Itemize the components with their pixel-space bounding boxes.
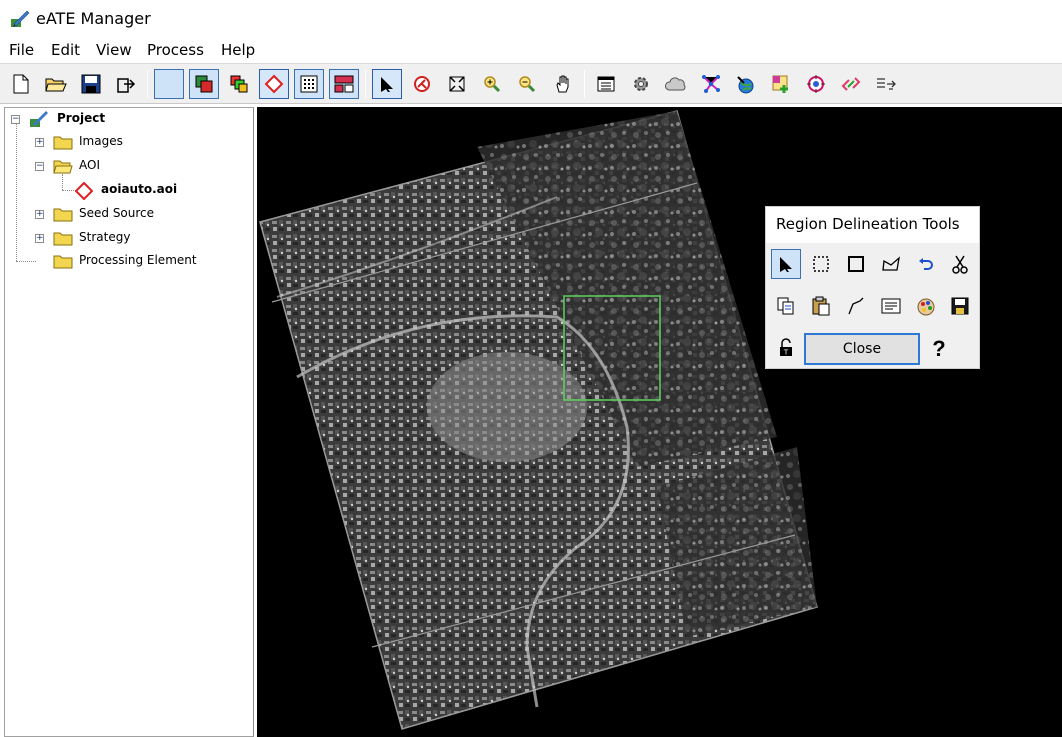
project-tree-panel: − Project + Images − AOI aoiauto.aoi + S… <box>4 107 254 737</box>
grid-icon[interactable] <box>294 69 324 99</box>
layers-color-icon[interactable] <box>224 69 254 99</box>
toolbar-separator <box>365 70 366 98</box>
toolbar <box>0 63 1062 104</box>
tree-item-images[interactable]: + Images <box>11 131 251 153</box>
tree-item-aoi-file[interactable]: aoiauto.aoi <box>11 179 251 201</box>
network-icon[interactable] <box>696 69 726 99</box>
polygon-icon[interactable] <box>876 249 906 279</box>
menu-edit[interactable]: Edit <box>51 41 80 59</box>
select-arrow-icon[interactable] <box>771 249 801 279</box>
menu-help[interactable]: Help <box>221 41 255 59</box>
tree-label-aoi-file: aoiauto.aoi <box>101 182 178 196</box>
window-title: eATE Manager <box>36 9 151 28</box>
save-icon[interactable] <box>945 291 975 321</box>
project-pen-icon <box>30 111 48 127</box>
blank-view-icon[interactable] <box>154 69 184 99</box>
new-file-icon[interactable] <box>6 69 36 99</box>
dialog-title: Region Delineation Tools <box>766 207 979 243</box>
cut-scissors-icon[interactable] <box>945 249 975 279</box>
copy-icon[interactable] <box>771 291 801 321</box>
menu-bar: File Edit View Process Help <box>0 38 1062 62</box>
roam-icon[interactable] <box>407 69 437 99</box>
toolbar-separator <box>147 70 148 98</box>
attributes-icon[interactable] <box>876 291 906 321</box>
folder-icon <box>53 136 73 150</box>
table-icon[interactable] <box>591 69 621 99</box>
folder-icon <box>53 232 73 246</box>
dashed-rect-icon[interactable] <box>806 249 836 279</box>
paste-icon[interactable] <box>806 291 836 321</box>
svg-text:T: T <box>783 349 789 357</box>
save-icon[interactable] <box>76 69 106 99</box>
tree-label-seed-source: Seed Source <box>79 206 155 220</box>
tree-label-strategy: Strategy <box>79 230 131 244</box>
expand-icon[interactable]: + <box>35 210 44 219</box>
help-button[interactable]: ? <box>926 335 952 363</box>
title-bar: eATE Manager <box>0 0 1062 38</box>
split-view-icon[interactable] <box>329 69 359 99</box>
transfer-icon[interactable] <box>871 69 901 99</box>
polyline-icon[interactable] <box>841 291 871 321</box>
zoom-out-icon[interactable] <box>512 69 542 99</box>
image-viewer[interactable] <box>257 107 1062 737</box>
tree-item-seed-source[interactable]: + Seed Source <box>11 203 251 225</box>
tree-item-strategy[interactable]: + Strategy <box>11 227 251 249</box>
satellite-image[interactable] <box>257 107 1062 737</box>
add-layer-icon[interactable] <box>766 69 796 99</box>
export-icon[interactable] <box>111 69 141 99</box>
globe-icon[interactable] <box>731 69 761 99</box>
folder-icon <box>53 208 73 222</box>
settings-gear-icon[interactable] <box>626 69 656 99</box>
open-folder-icon <box>53 160 73 174</box>
region-delineation-dialog: Region Delineation Tools T Close ? <box>765 206 980 369</box>
app-pen-icon <box>11 10 30 27</box>
layers-red-icon[interactable] <box>189 69 219 99</box>
zoom-in-icon[interactable] <box>477 69 507 99</box>
tree-label-aoi: AOI <box>79 158 100 172</box>
tree-item-aoi[interactable]: − AOI <box>11 155 251 177</box>
open-folder-icon[interactable] <box>41 69 71 99</box>
menu-file[interactable]: File <box>9 41 34 59</box>
tree-label-project: Project <box>57 111 106 125</box>
aoi-diamond-icon <box>75 182 93 200</box>
rect-icon[interactable] <box>841 249 871 279</box>
select-arrow-icon[interactable] <box>372 69 402 99</box>
cloud-icon[interactable] <box>661 69 691 99</box>
menu-process[interactable]: Process <box>147 41 204 59</box>
undo-icon[interactable] <box>911 249 941 279</box>
collapse-icon[interactable]: − <box>35 162 44 171</box>
aoi-diamond-icon[interactable] <box>259 69 289 99</box>
tree-item-processing-element[interactable]: Processing Element <box>11 250 251 272</box>
toolbar-separator <box>584 70 585 98</box>
target-icon[interactable] <box>801 69 831 99</box>
menu-view[interactable]: View <box>96 41 132 59</box>
fit-extent-icon[interactable] <box>442 69 472 99</box>
tree-item-project[interactable]: − Project <box>11 108 251 130</box>
expand-icon[interactable]: + <box>35 234 44 243</box>
tree-label-processing-element: Processing Element <box>79 253 197 267</box>
pan-hand-icon[interactable] <box>548 69 578 99</box>
tree-label-images: Images <box>79 134 123 148</box>
palette-icon[interactable] <box>911 291 941 321</box>
link-icon[interactable] <box>836 69 866 99</box>
folder-icon <box>53 255 73 269</box>
close-button[interactable]: Close <box>804 333 920 365</box>
expand-icon[interactable]: + <box>35 138 44 147</box>
collapse-icon[interactable]: − <box>11 115 20 124</box>
lock-icon[interactable]: T <box>771 333 801 363</box>
